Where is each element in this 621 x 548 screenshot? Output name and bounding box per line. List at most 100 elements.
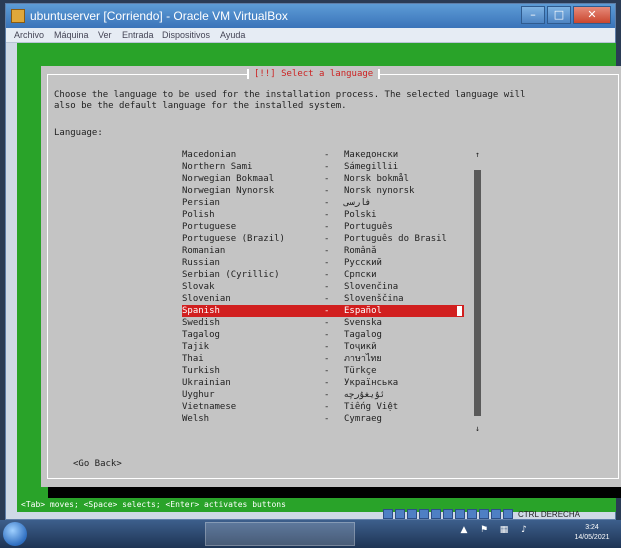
- flag-icon[interactable]: ⚑: [478, 524, 490, 536]
- language-option[interactable]: Serbian (Cyrillic) - Српски: [182, 269, 464, 281]
- language-native-name: Тоҷикӣ: [344, 342, 377, 352]
- menu-archivo[interactable]: Archivo: [14, 30, 44, 40]
- mouse-integration-icon[interactable]: [491, 509, 501, 519]
- menu-maquina[interactable]: Máquina: [54, 30, 89, 40]
- language-option[interactable]: Norwegian Bokmaal - Norsk bokmål: [182, 173, 464, 185]
- language-english-name: Uyghur: [182, 390, 215, 400]
- language-option[interactable]: Welsh - Cymraeg: [182, 413, 464, 425]
- shared-folder-icon[interactable]: [443, 509, 453, 519]
- scroll-thumb[interactable]: [474, 170, 481, 416]
- taskbar-virtualbox-button[interactable]: [205, 522, 355, 546]
- separator-dash: -: [324, 174, 330, 184]
- hard-disk-icon[interactable]: [383, 509, 393, 519]
- language-native-name: ภาษาไทย: [344, 354, 382, 364]
- language-native-name: Українська: [344, 378, 399, 388]
- language-native-name: Español: [344, 306, 382, 316]
- language-icon[interactable]: ▲: [458, 524, 470, 536]
- language-native-name: Türkçe: [344, 366, 377, 376]
- language-option[interactable]: Norwegian Nynorsk - Norsk nynorsk: [182, 185, 464, 197]
- language-english-name: Norwegian Nynorsk: [182, 186, 275, 196]
- separator-dash: -: [324, 282, 330, 292]
- language-native-name: Slovenščina: [344, 294, 404, 304]
- instruction-text: Choose the language to be used for the i…: [54, 90, 526, 111]
- vm-status-icons: CTRL DERECHA: [383, 507, 580, 521]
- language-native-name: Polski: [344, 210, 377, 220]
- language-option[interactable]: Swedish - Svenska: [182, 317, 464, 329]
- language-native-name: Português: [344, 222, 393, 232]
- language-option[interactable]: Portuguese (Brazil) - Português do Brasil: [182, 233, 464, 245]
- scroll-down-arrow-icon[interactable]: ↓: [473, 424, 482, 434]
- system-tray: ▲ ⚑ ▦ ♪: [458, 524, 530, 536]
- language-english-name: Thai: [182, 354, 204, 364]
- recording-icon[interactable]: [467, 509, 477, 519]
- separator-dash: -: [324, 162, 330, 172]
- network-tray-icon[interactable]: ▦: [498, 524, 510, 536]
- language-option[interactable]: Turkish - Türkçe: [182, 365, 464, 377]
- minimize-button[interactable]: –: [521, 6, 545, 24]
- cpu-icon[interactable]: [479, 509, 489, 519]
- language-option[interactable]: Tajik - Тоҷикӣ: [182, 341, 464, 353]
- language-option[interactable]: Slovenian - Slovenščina: [182, 293, 464, 305]
- optical-drive-icon[interactable]: [395, 509, 405, 519]
- language-english-name: Portuguese (Brazil): [182, 234, 285, 244]
- separator-dash: -: [324, 258, 330, 268]
- separator-dash: -: [324, 150, 330, 160]
- language-option[interactable]: Uyghur - ئۇيغۇرچە: [182, 389, 464, 401]
- language-native-name: Norsk bokmål: [344, 174, 410, 184]
- go-back-button[interactable]: <Go Back>: [73, 459, 122, 469]
- network-icon[interactable]: [419, 509, 429, 519]
- vm-display[interactable]: [!!] Select a language Choose the langua…: [17, 43, 621, 512]
- volume-icon[interactable]: ♪: [518, 524, 530, 536]
- language-native-name: Српски: [344, 270, 377, 280]
- display-icon[interactable]: [455, 509, 465, 519]
- language-option[interactable]: Persian - فارسی: [182, 197, 464, 209]
- window-title: ubuntuserver [Corriendo] - Oracle VM Vir…: [30, 9, 288, 23]
- language-option[interactable]: Polish - Polski: [182, 209, 464, 221]
- menu-ayuda[interactable]: Ayuda: [220, 30, 245, 40]
- language-native-name: Sámegillii: [344, 162, 399, 172]
- close-button[interactable]: ✕: [573, 6, 611, 24]
- separator-dash: -: [324, 198, 330, 208]
- language-option[interactable]: Vietnamese - Tiếng Việt: [182, 401, 464, 413]
- language-option[interactable]: Northern Sami - Sámegillii: [182, 161, 464, 173]
- usb-icon[interactable]: [431, 509, 441, 519]
- language-option[interactable]: Ukrainian - Українська: [182, 377, 464, 389]
- menu-dispositivos[interactable]: Dispositivos: [162, 30, 210, 40]
- taskbar-clock[interactable]: 3:24 14/05/2021: [567, 523, 617, 543]
- language-option[interactable]: Romanian - Română: [182, 245, 464, 257]
- language-option[interactable]: Thai - ภาษาไทย: [182, 353, 464, 365]
- language-english-name: Norwegian Bokmaal: [182, 174, 275, 184]
- language-list[interactable]: Macedonian - Македонски Northern Sami - Sámeg…: [182, 149, 466, 429]
- language-native-name: Tagalog: [344, 330, 382, 340]
- host-taskbar: ▲ ⚑ ▦ ♪ 3:24 14/05/2021: [0, 520, 621, 548]
- language-option[interactable]: Slovak - Slovenčina: [182, 281, 464, 293]
- menu-ver[interactable]: Ver: [98, 30, 112, 40]
- separator-dash: -: [324, 246, 330, 256]
- separator-dash: -: [324, 210, 330, 220]
- language-option[interactable]: Portuguese - Português: [182, 221, 464, 233]
- scroll-up-arrow-icon[interactable]: ↑: [473, 150, 482, 160]
- language-native-name: Cymraeg: [344, 414, 382, 424]
- clock-time: 3:24: [585, 524, 599, 531]
- language-option[interactable]: Spanish - Español: [182, 305, 464, 317]
- language-english-name: Macedonian: [182, 150, 237, 160]
- language-native-name: فارسی: [344, 198, 372, 208]
- language-label: Language:: [54, 128, 103, 138]
- language-english-name: Russian: [182, 258, 220, 268]
- menu-entrada[interactable]: Entrada: [122, 30, 154, 40]
- maximize-button[interactable]: □: [547, 6, 571, 24]
- language-english-name: Tagalog: [182, 330, 220, 340]
- language-native-name: Română: [344, 246, 377, 256]
- language-list-scrollbar[interactable]: ↑ ↓: [473, 150, 482, 434]
- language-english-name: Slovak: [182, 282, 215, 292]
- virtualbox-app-icon: [11, 9, 25, 23]
- start-button[interactable]: [3, 522, 27, 546]
- window-titlebar[interactable]: ubuntuserver [Corriendo] - Oracle VM Vir…: [6, 4, 615, 28]
- keyboard-icon[interactable]: [503, 509, 513, 519]
- language-option[interactable]: Macedonian - Македонски: [182, 149, 464, 161]
- selection-cursor: [457, 306, 462, 316]
- separator-dash: -: [324, 222, 330, 232]
- language-option[interactable]: Russian - Русский: [182, 257, 464, 269]
- audio-icon[interactable]: [407, 509, 417, 519]
- language-option[interactable]: Tagalog - Tagalog: [182, 329, 464, 341]
